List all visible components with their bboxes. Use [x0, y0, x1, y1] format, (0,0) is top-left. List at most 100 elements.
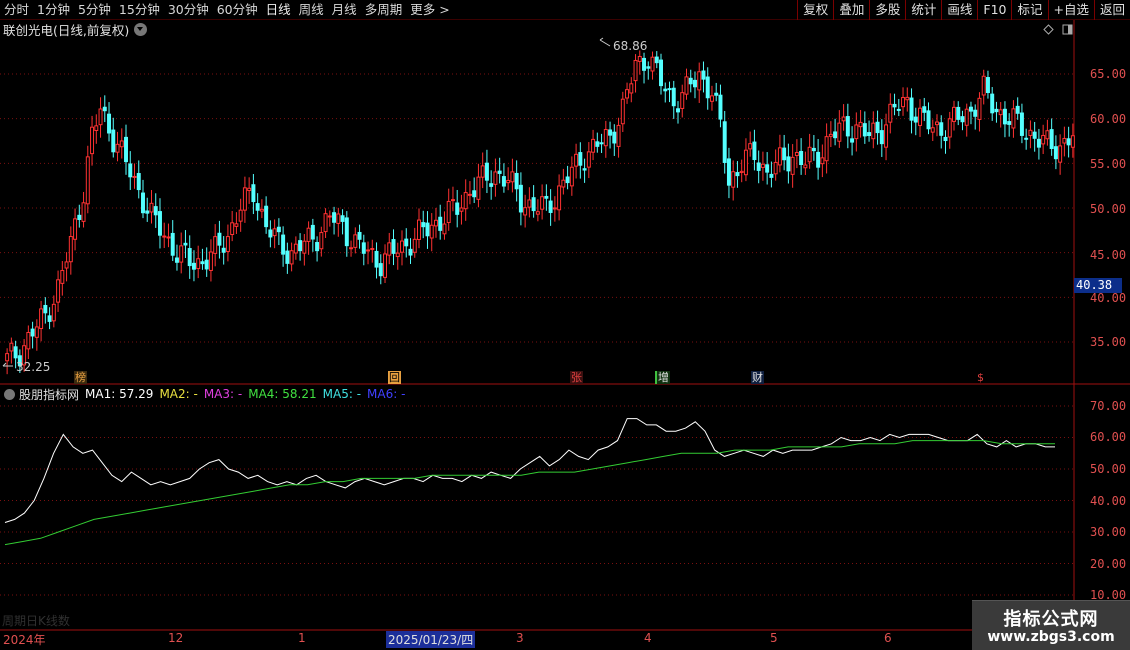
candle-body — [790, 156, 795, 175]
candle-body — [629, 83, 634, 94]
candle-body — [1053, 146, 1058, 160]
watermark: 指标公式网 www.zbgs3.com — [972, 600, 1130, 650]
candle-body — [39, 308, 44, 329]
marker-increase[interactable]: 增 — [655, 371, 670, 384]
candle-body — [98, 108, 103, 126]
candle-body — [34, 326, 39, 338]
candle — [701, 61, 706, 93]
candle — [552, 196, 557, 222]
indicator-name[interactable]: 股朋指标网 — [19, 386, 79, 403]
candle — [234, 212, 239, 234]
candle — [73, 208, 78, 251]
candle-body — [637, 55, 642, 62]
candle-body — [506, 179, 511, 184]
candle — [370, 239, 375, 263]
candle — [1028, 120, 1033, 149]
candle — [387, 232, 392, 265]
candle-body — [378, 263, 383, 277]
candle — [361, 234, 366, 266]
candle-body — [752, 141, 757, 161]
candle-body — [183, 242, 188, 246]
candle-body — [642, 57, 647, 71]
candle-body — [671, 87, 676, 107]
candle-body — [497, 170, 502, 174]
marker-finance[interactable]: 财 — [751, 371, 764, 384]
candle — [157, 198, 162, 249]
candle-body — [875, 121, 880, 134]
candle-body — [136, 173, 141, 191]
candle — [1045, 119, 1050, 146]
candle — [828, 121, 833, 148]
candle-body — [361, 242, 366, 254]
candle — [306, 221, 311, 255]
candle-body — [514, 172, 519, 190]
candle-body — [259, 208, 264, 212]
candle-body — [1049, 129, 1054, 149]
candle — [455, 189, 460, 228]
candle — [404, 228, 409, 258]
candle — [629, 77, 634, 103]
candle-body — [170, 232, 175, 256]
candle — [276, 218, 281, 246]
marker-return[interactable]: 回 — [388, 371, 401, 384]
candle-body — [234, 223, 239, 227]
candle — [187, 235, 192, 279]
candle — [947, 111, 952, 149]
candle — [697, 62, 702, 103]
candle-body — [947, 118, 952, 138]
candle-body — [654, 56, 659, 64]
candle-body — [344, 217, 349, 247]
candle — [544, 184, 549, 211]
candle — [981, 69, 986, 105]
candle — [442, 211, 447, 240]
faded-status-text: 周期日K线数 — [2, 614, 70, 628]
candle-body — [421, 222, 426, 228]
candle — [162, 222, 167, 249]
candle — [128, 151, 133, 190]
candle — [1066, 126, 1071, 158]
date-label: 2024年 — [3, 633, 46, 647]
candle — [565, 165, 570, 190]
stock-chart[interactable]: 68.86 32.25 — [0, 0, 1130, 650]
candle — [493, 158, 498, 197]
date-label: 1 — [298, 631, 306, 645]
candle-body — [51, 303, 56, 322]
candle — [1036, 128, 1041, 160]
marker-dollar[interactable]: $ — [976, 371, 985, 384]
candle — [56, 270, 61, 312]
candle-body — [633, 59, 638, 82]
candle — [514, 160, 519, 202]
candle — [204, 247, 209, 277]
candle-body — [128, 163, 133, 178]
candle-body — [1070, 135, 1075, 148]
candle-body — [268, 229, 273, 238]
candle — [39, 300, 44, 342]
candle-body — [484, 162, 489, 181]
candle — [782, 134, 787, 171]
date-label: 4 — [644, 631, 652, 645]
candle — [960, 110, 965, 131]
candle-body — [926, 110, 931, 130]
candle-body — [285, 250, 290, 264]
marker-rank[interactable]: 榜 — [74, 371, 87, 384]
candle — [625, 82, 630, 104]
candle-body — [289, 250, 294, 265]
candle — [501, 163, 506, 193]
candle-body — [124, 136, 128, 163]
candle — [467, 181, 472, 205]
candle-body — [748, 143, 753, 150]
candle-body — [726, 158, 731, 186]
candle-body — [591, 138, 596, 153]
marker-rise[interactable]: 张 — [570, 371, 583, 384]
candle — [302, 234, 307, 266]
candle — [472, 177, 477, 204]
indicator-dropdown-icon[interactable] — [4, 388, 15, 400]
candle — [408, 238, 413, 264]
candle-body — [833, 131, 838, 139]
candle-body — [187, 248, 192, 267]
candle-body — [956, 106, 961, 120]
candle — [518, 172, 523, 226]
candle-body — [1066, 138, 1071, 146]
candle-body — [1028, 129, 1033, 136]
candle-body — [446, 200, 451, 224]
